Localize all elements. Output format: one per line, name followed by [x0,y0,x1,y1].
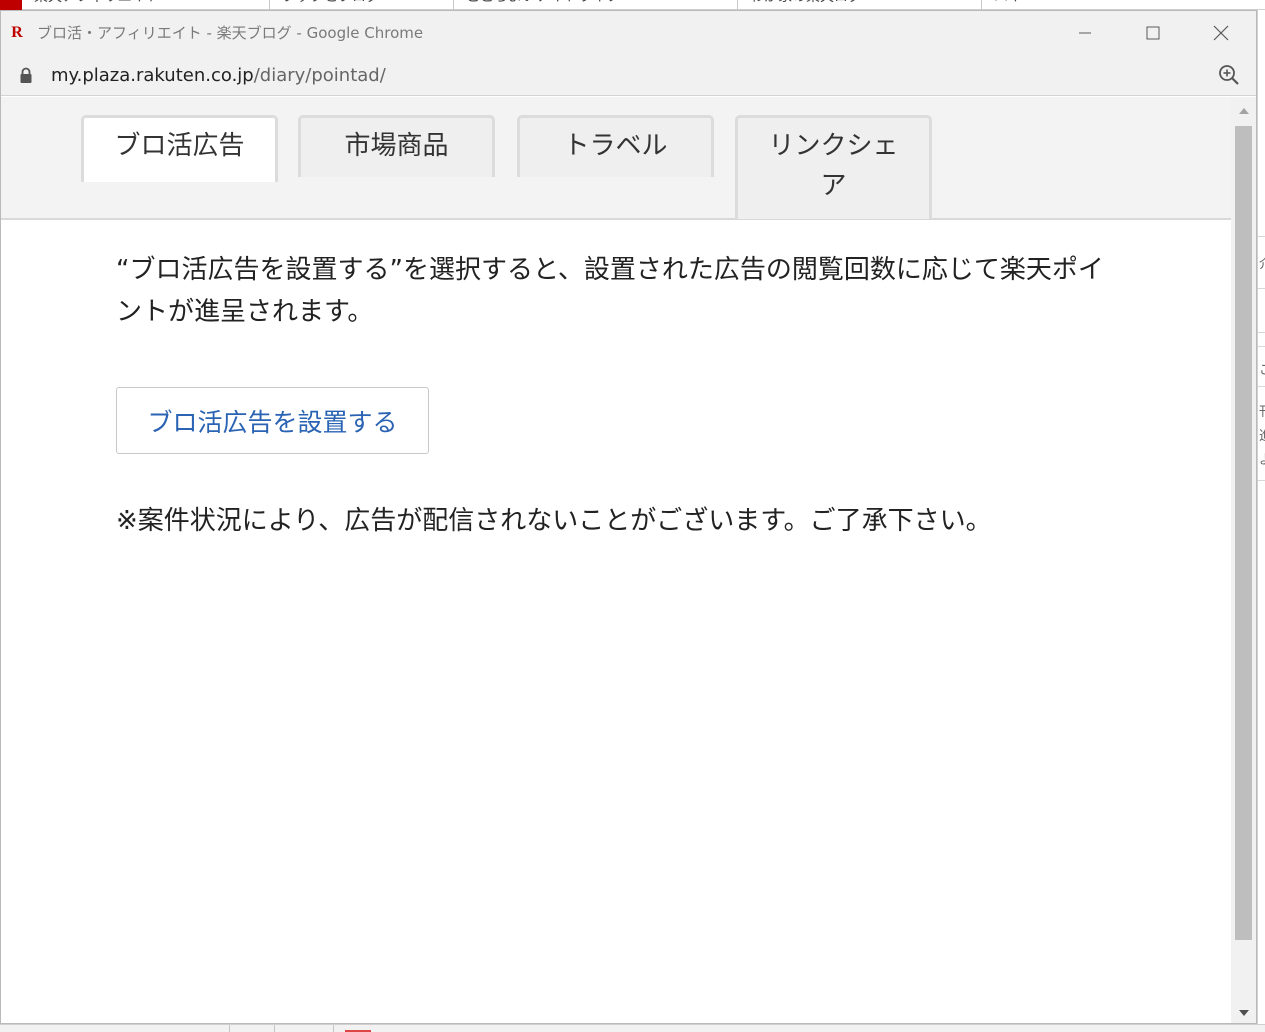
url-domain: my.plaza.rakuten.co.jp [51,65,254,86]
vertical-scrollbar[interactable] [1231,97,1256,1023]
minimize-button[interactable] [1059,15,1111,51]
rakuten-favicon-icon: R [11,24,23,41]
background-tab[interactable]: ブックとブログ [270,0,454,10]
page-viewport: ブロ活広告 市場商品 トラベル リンクシェア “ブロ活広告を設置する”を選択する… [1,97,1231,1023]
tab-travel[interactable]: トラベル [517,115,714,177]
tab-blokatsu-ads[interactable]: ブロ活広告 [81,115,278,182]
background-tab[interactable]: ハイ [982,0,1102,10]
scroll-down-button[interactable] [1231,1003,1256,1023]
close-button[interactable] [1195,15,1247,51]
background-text-fragment: 進 [1259,430,1265,444]
window-title: ブロ活・アフィリエイト - 楽天ブログ - Google Chrome [37,24,424,42]
scroll-down-arrow-icon [1238,1010,1249,1016]
background-tab[interactable]: 楽天アフィリエイト [22,0,270,10]
zoom-icon[interactable] [1218,64,1240,86]
background-text-fragment: こ [1259,364,1265,378]
url-path: /diary/pointad/ [253,65,386,86]
delivery-notice: ※案件状況により、広告が配信されないことがございます。ご了承下さい。 [116,506,992,536]
background-bottom-strip [0,1024,1265,1032]
ad-description: “ブロ活広告を設置する”を選択すると、設置された広告の閲覧回数に応じて楽天ポイン… [116,255,1104,327]
popup-window: R ブロ活・アフィリエイト - 楽天ブログ - Google Chrome my… [0,10,1257,1024]
url-text[interactable]: my.plaza.rakuten.co.jp/diary/pointad/ [51,64,386,88]
setup-blokatsu-ad-button[interactable]: ブロ活広告を設置する [116,387,429,454]
tab-ichiba-products[interactable]: 市場商品 [298,115,495,177]
scroll-up-button[interactable] [1231,101,1256,121]
background-brand-strip [0,0,22,10]
lock-icon[interactable] [19,67,33,84]
tab-linkshare[interactable]: リンクシェア [735,115,932,219]
maximize-button[interactable] [1127,15,1179,51]
background-tab[interactable]: ここちよいナイトライフ [454,0,738,10]
ad-type-tab-bar: ブロ活広告 市場商品 トラベル リンクシェア [1,97,1231,220]
title-bar: R ブロ活・アフィリエイト - 楽天ブログ - Google Chrome [1,11,1256,55]
scroll-thumb[interactable] [1235,126,1252,940]
scroll-up-arrow-icon [1238,108,1249,114]
background-tab-strip: 楽天アフィリエイト ブックとブログ ここちよいナイトライフ わが家の楽天ログ ハ… [0,0,1265,10]
maximize-icon [1146,26,1160,40]
background-tab[interactable]: わが家の楽天ログ [738,0,982,10]
background-page-edge: 介 こ 刊 進 よ [1257,10,1265,1032]
close-icon [1213,25,1229,41]
minimize-icon [1079,32,1091,34]
background-text-fragment: よ [1259,454,1265,468]
address-bar[interactable]: my.plaza.rakuten.co.jp/diary/pointad/ [1,55,1256,96]
background-text-fragment: 介 [1259,258,1265,272]
background-text-fragment: 刊 [1259,406,1265,420]
